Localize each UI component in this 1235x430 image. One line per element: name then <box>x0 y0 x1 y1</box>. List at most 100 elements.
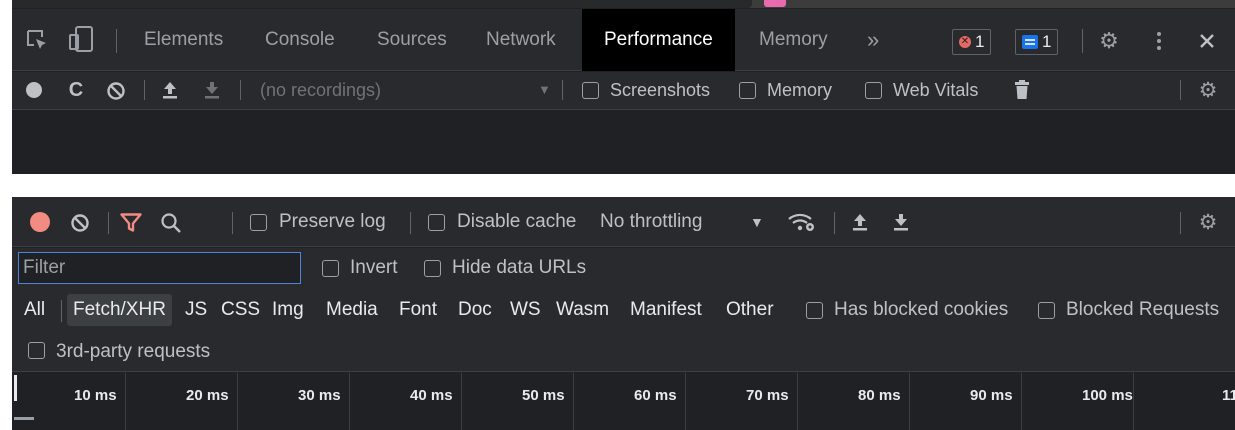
browser-tab-strip <box>12 0 1235 8</box>
divider <box>108 212 109 234</box>
divider <box>232 212 233 234</box>
devtools-tab-bar: Elements Console Sources Network Perform… <box>12 9 1235 71</box>
network-settings-gear-icon[interactable]: ⚙ <box>1195 209 1221 235</box>
network-devtools-window: Preserve log Disable cache No throttling… <box>12 197 1235 430</box>
timeline-tick-label: 70 ms <box>746 387 789 404</box>
screenshots-label: Screenshots <box>610 80 711 100</box>
capture-settings-gear-icon[interactable]: ⚙ <box>1195 77 1221 103</box>
settings-gear-icon[interactable]: ⚙ <box>1094 26 1124 56</box>
disable-cache-label: Disable cache <box>457 211 577 232</box>
divider <box>1180 212 1181 234</box>
type-filter-ws[interactable]: WS <box>506 294 545 326</box>
performance-devtools-window: Elements Console Sources Network Perform… <box>12 0 1235 174</box>
message-count: 1 <box>1042 32 1052 51</box>
blocked-requests-label: Blocked Requests <box>1066 299 1220 320</box>
network-toolbar: Preserve log Disable cache No throttling… <box>12 197 1235 247</box>
type-filter-fetch-xhr[interactable]: Fetch/XHR <box>67 294 172 326</box>
tab-memory[interactable]: Memory <box>759 9 828 71</box>
clear-icon[interactable] <box>68 211 92 235</box>
invert-checkbox[interactable] <box>322 260 339 277</box>
filter-box <box>18 252 301 284</box>
type-filter-wasm[interactable]: Wasm <box>552 294 613 326</box>
timeline-tick-label: 100 ms <box>1082 387 1133 404</box>
more-options-kebab-icon[interactable] <box>1149 26 1169 56</box>
timeline-tick-label: 60 ms <box>634 387 677 404</box>
error-icon: ✕ <box>959 36 971 48</box>
upload-profile-icon[interactable] <box>158 78 182 102</box>
resource-type-filter-bar: All Fetch/XHR JS CSS Img Media Font Doc … <box>12 288 1235 332</box>
download-profile-icon[interactable] <box>200 78 224 102</box>
throttling-select[interactable]: No throttling <box>600 197 702 247</box>
divider <box>116 29 117 53</box>
type-filter-doc[interactable]: Doc <box>454 294 496 326</box>
recordings-dropdown-arrow-icon[interactable]: ▼ <box>538 72 551 108</box>
record-icon[interactable] <box>24 80 44 100</box>
timeline-tick-label: 20 ms <box>186 387 229 404</box>
timeline-tick-label: 90 ms <box>970 387 1013 404</box>
tab-elements[interactable]: Elements <box>144 9 223 71</box>
recordings-select[interactable]: (no recordings) <box>260 72 381 108</box>
search-icon[interactable] <box>158 210 184 236</box>
has-blocked-cookies-label: Has blocked cookies <box>834 299 1009 320</box>
device-toolbar-icon[interactable] <box>66 23 96 55</box>
error-badge[interactable]: ✕ 1 <box>952 29 992 55</box>
hide-data-urls-checkbox[interactable] <box>424 260 441 277</box>
divider <box>61 300 62 322</box>
timeline-tick-label: 110 <box>1222 387 1235 404</box>
third-party-requests-checkbox[interactable] <box>28 342 45 359</box>
tab-strip-shadow <box>12 0 752 8</box>
tab-indicator <box>764 0 786 7</box>
type-filter-css[interactable]: CSS <box>217 294 264 326</box>
timeline-tick-label: 10 ms <box>74 387 117 404</box>
tab-console[interactable]: Console <box>265 9 335 71</box>
tab-network[interactable]: Network <box>486 9 556 71</box>
tab-performance[interactable]: Performance <box>582 9 735 71</box>
network-overview-timeline[interactable]: 10 ms 20 ms 30 ms 40 ms 50 ms 60 ms 70 ms 80 ms… <box>12 373 1235 430</box>
divider <box>240 80 241 100</box>
import-har-icon[interactable] <box>848 210 872 234</box>
divider <box>1180 80 1181 100</box>
preserve-log-checkbox[interactable] <box>250 214 267 231</box>
third-party-row: 3rd-party requests <box>12 332 1235 372</box>
clear-icon[interactable] <box>104 79 128 103</box>
record-network-icon[interactable] <box>28 210 52 234</box>
filter-row: Invert Hide data URLs <box>12 248 1235 288</box>
blocked-requests-checkbox[interactable] <box>1038 302 1055 319</box>
tab-sources[interactable]: Sources <box>377 9 447 71</box>
timeline-tick-label: 40 ms <box>410 387 453 404</box>
type-filter-other[interactable]: Other <box>722 294 778 326</box>
disable-cache-checkbox[interactable] <box>428 214 445 231</box>
memory-checkbox[interactable] <box>739 82 756 99</box>
message-badge[interactable]: 1 <box>1015 29 1059 55</box>
screenshots-checkbox[interactable] <box>582 82 599 99</box>
timeline-tick-label: 80 ms <box>858 387 901 404</box>
web-vitals-label: Web Vitals <box>893 80 979 100</box>
reload-record-icon[interactable]: C <box>64 78 88 102</box>
has-blocked-cookies-checkbox[interactable] <box>806 302 823 319</box>
third-party-requests-label: 3rd-party requests <box>56 341 211 362</box>
type-filter-media[interactable]: Media <box>322 294 382 326</box>
filter-input[interactable] <box>19 253 300 283</box>
inspect-element-icon[interactable] <box>22 25 52 55</box>
type-filter-manifest[interactable]: Manifest <box>626 294 706 326</box>
divider <box>144 80 145 100</box>
filter-funnel-icon[interactable] <box>118 210 144 236</box>
type-filter-all[interactable]: All <box>20 294 49 326</box>
hide-data-urls-label: Hide data URLs <box>452 257 587 278</box>
divider <box>410 212 411 234</box>
type-filter-font[interactable]: Font <box>395 294 441 326</box>
export-har-icon[interactable] <box>889 210 913 234</box>
web-vitals-checkbox[interactable] <box>865 82 882 99</box>
network-conditions-wifi-icon[interactable] <box>786 209 816 235</box>
type-filter-img[interactable]: Img <box>268 294 308 326</box>
close-icon[interactable] <box>1192 26 1222 56</box>
more-tabs-chevron-icon[interactable]: » <box>867 9 879 71</box>
memory-label: Memory <box>767 80 833 100</box>
error-count: 1 <box>975 32 985 51</box>
throttling-dropdown-arrow-icon[interactable]: ▼ <box>750 197 764 247</box>
trash-icon[interactable] <box>1012 78 1032 102</box>
timeline-tick-label: 50 ms <box>522 387 565 404</box>
divider <box>1082 29 1083 53</box>
type-filter-js[interactable]: JS <box>181 294 211 326</box>
message-icon <box>1022 35 1038 49</box>
